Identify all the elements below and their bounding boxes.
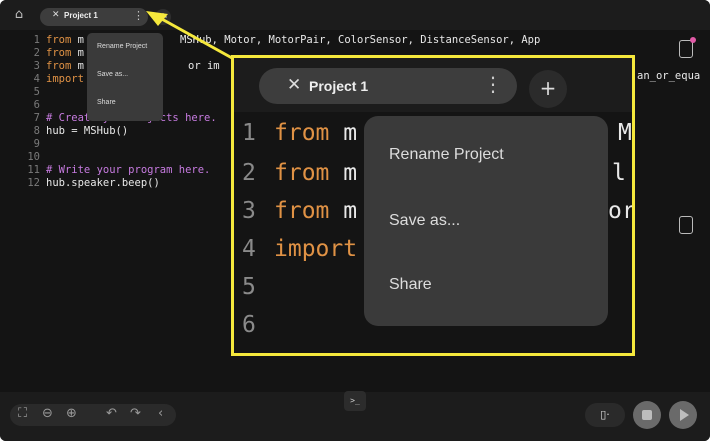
arrow-line (159, 16, 233, 60)
callout-tab-title: Project 1 (309, 78, 369, 94)
callout-tab-bar: ✕ Project 1 ⋮ + (234, 58, 632, 112)
zoom-callout: ✕ Project 1 ⋮ + 1 from m 2 from m 3 from m … (231, 55, 635, 356)
callout-code-tail: M (618, 120, 632, 146)
editor-app: ⌂ ✕ Project 1 ⋮ + 1from m 2from m 3from … (0, 0, 710, 441)
callout-code-line: 4 import (242, 236, 358, 262)
callout-menu-item-rename: Rename Project (389, 146, 504, 163)
callout-code-tail: or (608, 198, 635, 224)
arrow-head (146, 11, 168, 26)
more-options-icon: ⋮ (483, 72, 503, 96)
add-tab-icon: + (529, 70, 567, 108)
callout-menu-item-save-as: Save as... (389, 212, 461, 229)
callout-code-line: 3 from m (242, 198, 358, 224)
callout-code-line: 5 (242, 274, 256, 300)
callout-code-line: 2 from m (242, 160, 358, 186)
callout-tab-project: ✕ Project 1 ⋮ (259, 68, 517, 104)
callout-project-menu: Rename Project Save as... Share (364, 116, 608, 326)
callout-code-line: 6 (242, 312, 256, 338)
close-tab-icon: ✕ (287, 75, 302, 95)
callout-menu-item-share: Share (389, 276, 432, 293)
callout-code-tail: l (612, 160, 626, 186)
callout-code-line: 1 from m (242, 120, 358, 146)
